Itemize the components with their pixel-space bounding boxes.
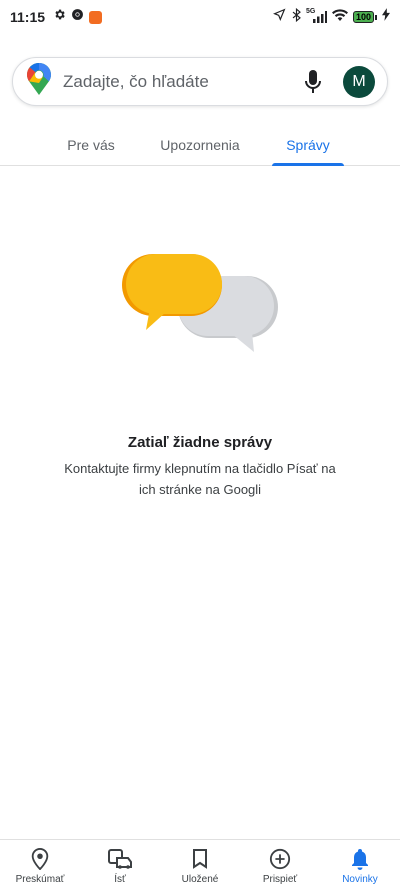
chrome-icon — [71, 8, 84, 26]
add-circle-icon — [268, 847, 292, 871]
google-maps-logo-icon — [27, 63, 51, 100]
nav-item-preskumat[interactable]: Preskúmať — [0, 840, 80, 889]
location-arrow-icon — [273, 8, 286, 26]
avatar[interactable]: M — [343, 65, 375, 98]
tab-label: Správy — [286, 136, 330, 153]
tab-label: Upozornenia — [160, 136, 240, 153]
battery-icon: 100 — [352, 11, 377, 23]
bell-icon — [348, 847, 372, 871]
nav-label: Preskúmať — [15, 874, 65, 885]
bottom-navigation: Preskúmať Ísť Uložené Prispieť Novinky — [0, 839, 400, 889]
empty-state-title: Zatiaľ žiadne správy — [127, 434, 273, 451]
empty-state-description: Kontaktujte firmy klepnutím na tlačidlo … — [64, 461, 336, 497]
search-bar[interactable]: Zadajte, čo hľadáte M — [12, 57, 388, 106]
tab-upozornenia[interactable]: Upozornenia — [148, 124, 252, 165]
wifi-icon — [331, 8, 348, 26]
battery-level: 100 — [352, 11, 374, 23]
nav-label: Prispieť — [262, 874, 298, 885]
status-bar: 11:15 5G 100 — [0, 0, 400, 34]
nav-item-ulozene[interactable]: Uložené — [160, 840, 240, 889]
search-input[interactable]: Zadajte, čo hľadáte — [63, 72, 299, 92]
active-tab-indicator — [272, 163, 344, 166]
signal-icon: 5G — [305, 8, 327, 23]
tab-label: Pre vás — [67, 136, 115, 153]
nav-label: Ísť — [114, 874, 126, 885]
network-type-label: 5G — [305, 8, 316, 15]
app-notification-icon — [89, 10, 103, 24]
location-pin-icon — [28, 847, 52, 871]
commute-icon — [108, 847, 132, 871]
nav-label: Uložené — [181, 874, 219, 885]
nav-item-ist[interactable]: Ísť — [80, 840, 160, 889]
chat-bubbles-illustration — [120, 252, 280, 356]
nav-label: Novinky — [342, 874, 378, 885]
battery-tip — [375, 14, 377, 20]
status-system-icons: 5G 100 — [273, 7, 390, 27]
tab-pre-vas[interactable]: Pre vás — [48, 124, 134, 165]
status-time: 11:15 — [10, 9, 46, 25]
bluetooth-icon — [291, 7, 302, 27]
settings-icon — [53, 8, 66, 26]
nav-item-novinky[interactable]: Novinky — [320, 840, 400, 889]
microphone-icon[interactable] — [299, 68, 327, 96]
tab-bar: Pre vás Upozornenia Správy — [0, 124, 400, 166]
charging-icon — [382, 8, 390, 26]
nav-item-prispiet[interactable]: Prispieť — [240, 840, 320, 889]
tab-spravy[interactable]: Správy — [272, 124, 344, 166]
bookmark-icon — [188, 847, 212, 871]
status-notification-icons — [53, 8, 103, 26]
